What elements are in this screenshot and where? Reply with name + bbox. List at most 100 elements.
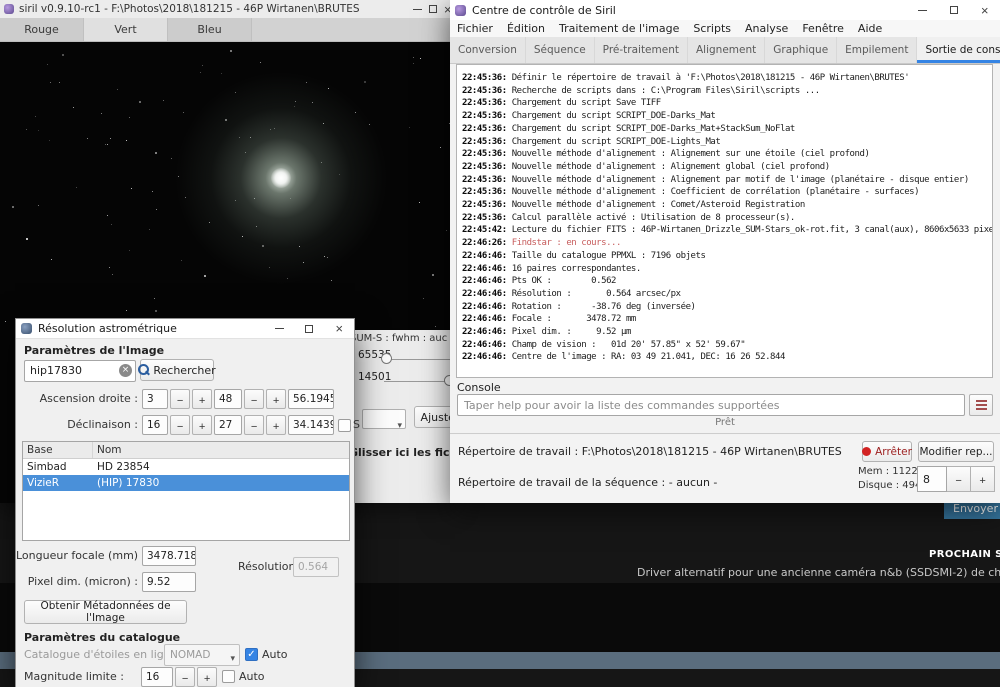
log-line: 22:46:26: Findstar : en cours... — [462, 237, 987, 250]
tab-pre-traitement[interactable]: Pré-traitement — [595, 37, 688, 63]
star — [59, 82, 60, 83]
menu-aide[interactable]: Aide — [851, 20, 889, 37]
change-dir-button[interactable]: Modifier rep... — [918, 441, 994, 462]
get-metadata-button[interactable]: Obtenir Métadonnées de l'Image — [24, 600, 187, 624]
catalogue-dropdown-value: NOMAD — [170, 649, 211, 661]
close-icon[interactable] — [324, 319, 354, 338]
column-header-nom[interactable]: Nom — [93, 442, 122, 458]
star — [435, 326, 436, 327]
log-message: Résolution : 0.564 arcsec/px — [511, 288, 681, 299]
control-titlebar: Centre de contrôle de Siril — [450, 0, 1000, 20]
ra-hours-field[interactable]: 3 — [142, 389, 168, 409]
pixel-size-field[interactable]: 9.52 — [142, 572, 196, 592]
star — [50, 82, 51, 83]
image-params-section-label: Paramètres de l'Image — [24, 344, 165, 357]
close-icon[interactable] — [969, 0, 1000, 20]
increment-button[interactable] — [971, 466, 995, 492]
tab-bleu[interactable]: Bleu — [168, 18, 252, 41]
console-log[interactable]: 22:45:36: Définir le répertoire de trava… — [456, 64, 993, 378]
maximize-icon[interactable] — [425, 0, 440, 18]
log-message: Findstar : en cours... — [511, 238, 622, 249]
dec-minutes-minus-button[interactable] — [244, 415, 264, 435]
star — [152, 191, 153, 192]
ra-minutes-plus-button[interactable] — [266, 389, 286, 409]
menu-edition[interactable]: Édition — [500, 20, 552, 37]
catalogue-label: Catalogue d'étoiles en ligne : — [24, 648, 185, 661]
display-mode-dropdown[interactable] — [362, 409, 406, 429]
driver-topic-link[interactable]: Driver alternatif pour une ancienne camé… — [637, 566, 1000, 579]
tab-sequence[interactable]: Séquence — [526, 37, 595, 63]
south-checkbox[interactable] — [338, 419, 351, 432]
tab-empilement[interactable]: Empilement — [837, 37, 918, 63]
dec-minutes-field[interactable]: 27 — [214, 415, 242, 435]
tab-alignement[interactable]: Alignement — [688, 37, 766, 63]
menu-traitement-de-l-image[interactable]: Traitement de l'image — [552, 20, 686, 37]
star — [101, 113, 102, 114]
ra-hours-minus-button[interactable] — [170, 389, 190, 409]
search-button[interactable]: Rechercher — [138, 359, 216, 381]
focal-length-field[interactable]: 3478.718 — [142, 546, 196, 566]
dialog-icon — [21, 323, 32, 334]
star — [440, 147, 441, 148]
magnitude-field[interactable]: 16 — [141, 667, 173, 687]
minimize-icon[interactable] — [410, 0, 425, 18]
tab-graphique[interactable]: Graphique — [765, 37, 838, 63]
siril-window-title: siril v0.9.10-rc1 - F:\Photos\2018\18121… — [19, 3, 360, 15]
command-log-button[interactable] — [969, 394, 993, 416]
stop-button[interactable]: Arrêter — [862, 441, 912, 462]
ra-hours-plus-button[interactable] — [192, 389, 212, 409]
control-window-title: Centre de contrôle de Siril — [472, 3, 616, 17]
magnitude-minus-button[interactable] — [175, 667, 195, 687]
level-high-slider[interactable] — [384, 359, 455, 360]
star — [73, 107, 74, 108]
dec-label: Déclinaison : — [67, 418, 138, 431]
column-header-base[interactable]: Base — [23, 442, 93, 458]
star — [109, 267, 110, 268]
tab-vert[interactable]: Vert — [84, 18, 168, 41]
ra-minutes-field[interactable]: 48 — [214, 389, 242, 409]
clear-icon[interactable] — [119, 364, 132, 377]
tab-conversion[interactable]: Conversion — [450, 37, 526, 63]
minimize-icon[interactable] — [264, 319, 294, 338]
siril-side-panel: SUM-S : fwhm : auc 65535 14501 Ajuster G… — [348, 330, 455, 503]
catalogue-auto-checkbox[interactable] — [245, 648, 258, 661]
table-row[interactable]: VizieR (HIP) 17830 — [23, 475, 349, 491]
log-timestamp: 22:46:46: — [462, 288, 512, 299]
magnitude-auto-checkbox[interactable] — [222, 670, 235, 683]
star — [413, 57, 414, 58]
dec-seconds-field[interactable]: 34.1439 — [288, 415, 334, 435]
working-dir-label: Répertoire de travail : F:\Photos\2018\1… — [458, 445, 842, 458]
magnitude-plus-button[interactable] — [197, 667, 217, 687]
maximize-icon[interactable] — [938, 0, 969, 20]
ra-minutes-minus-button[interactable] — [244, 389, 264, 409]
star — [413, 63, 414, 64]
adjust-button[interactable]: Ajuster — [414, 406, 455, 428]
maximize-icon[interactable] — [294, 319, 324, 338]
siril-control-window: Centre de contrôle de Siril FichierÉditi… — [450, 0, 1000, 503]
thread-spinner: 8 — [917, 466, 995, 492]
log-message: Lecture du fichier FITS : 46P-Wirtanen_D… — [511, 225, 993, 236]
tab-sortie-de-console[interactable]: Sortie de console — [917, 37, 1000, 63]
command-input[interactable] — [457, 394, 965, 416]
dec-degrees-plus-button[interactable] — [192, 415, 212, 435]
decrement-button[interactable] — [947, 466, 971, 492]
menu-scripts[interactable]: Scripts — [686, 20, 738, 37]
tab-rouge[interactable]: Rouge — [0, 18, 84, 41]
thread-count-value[interactable]: 8 — [917, 466, 947, 492]
dec-degrees-field[interactable]: 16 — [142, 415, 168, 435]
menu-fenetre[interactable]: Fenêtre — [795, 20, 851, 37]
table-row[interactable]: Simbad HD 23854 — [23, 459, 349, 475]
ra-seconds-field[interactable]: 56.1945 — [288, 389, 334, 409]
dec-degrees-minus-button[interactable] — [170, 415, 190, 435]
menu-fichier[interactable]: Fichier — [450, 20, 500, 37]
log-timestamp: 22:45:36: — [462, 187, 512, 198]
minimize-icon[interactable] — [907, 0, 938, 20]
log-message: Calcul parallèle activé : Utilisation de… — [511, 212, 796, 223]
cell-nom: HD 23854 — [97, 461, 150, 473]
dec-minutes-plus-button[interactable] — [266, 415, 286, 435]
catalogue-dropdown[interactable]: NOMAD — [164, 644, 240, 666]
divider — [450, 433, 1000, 434]
menu-analyse[interactable]: Analyse — [738, 20, 795, 37]
star — [202, 65, 203, 66]
level-high-slider-handle[interactable] — [381, 353, 392, 364]
